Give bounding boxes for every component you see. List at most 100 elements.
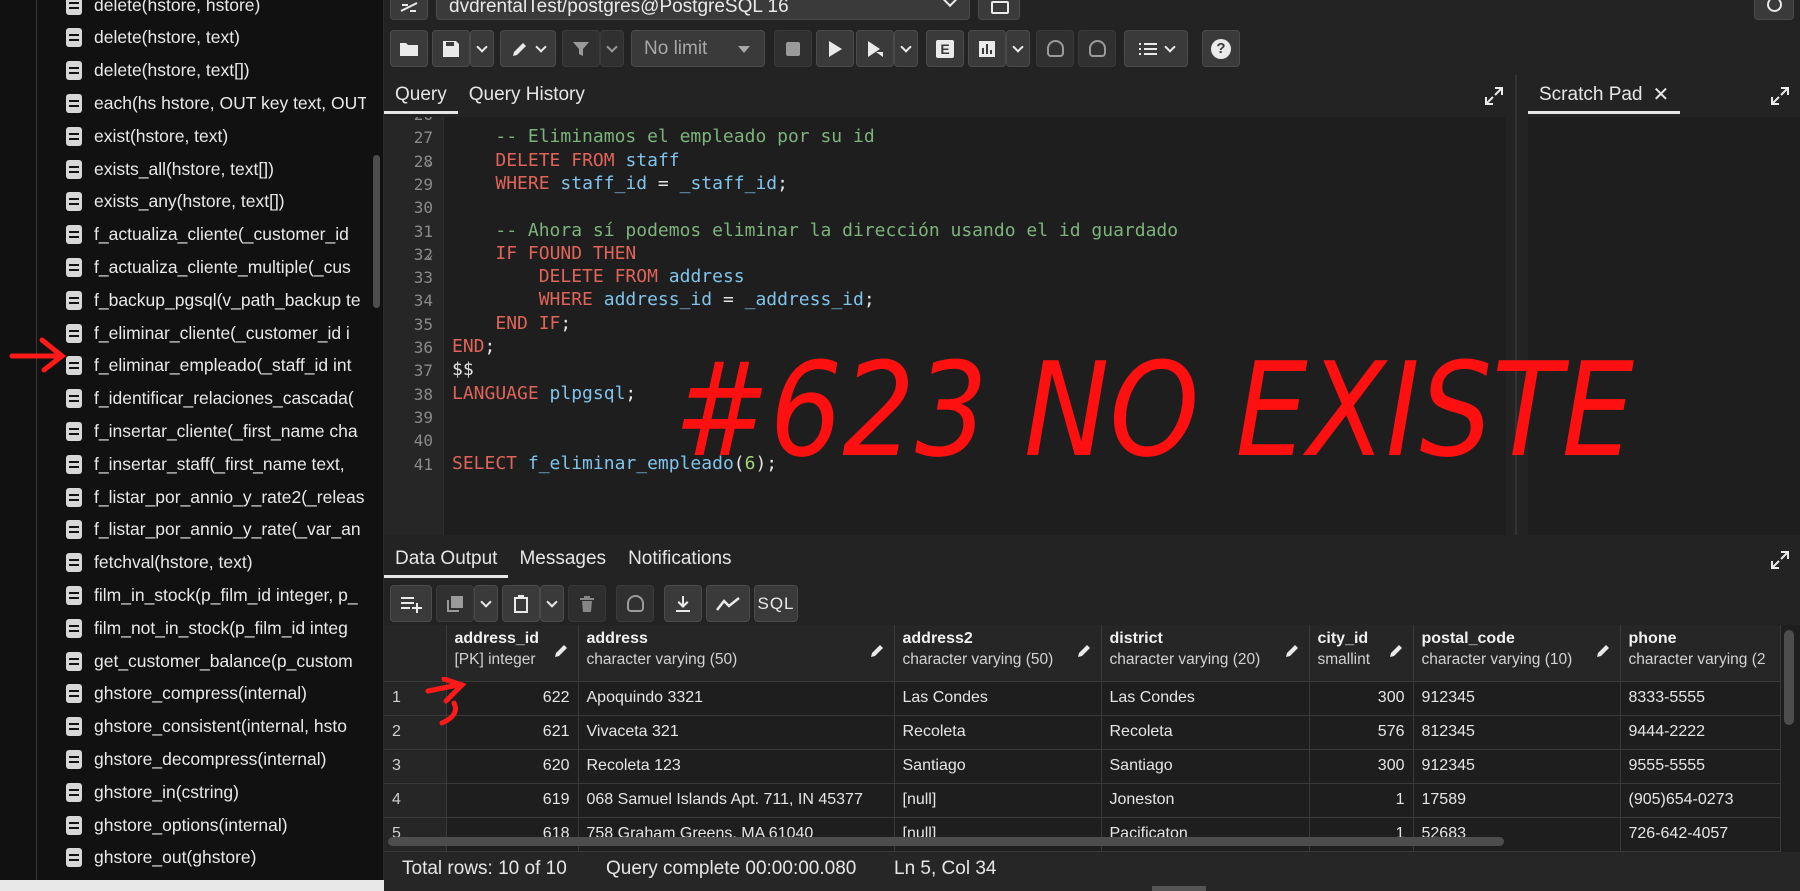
table-cell[interactable]: 812345	[1413, 715, 1621, 750]
explain-analyze-button[interactable]	[968, 30, 1006, 67]
tree-item-function[interactable]: get_customer_balance(p_custom	[66, 646, 366, 676]
column-header[interactable]: address character varying (50)	[578, 625, 895, 682]
table-cell[interactable]: Las Condes	[894, 681, 1102, 716]
execute-options-dropdown[interactable]	[894, 30, 918, 67]
tree-item-function[interactable]: f_insertar_staff(_first_name text,	[66, 449, 366, 479]
table-cell[interactable]: 1	[1309, 783, 1414, 818]
edit-pencil-icon[interactable]	[554, 642, 570, 658]
maximize-icon[interactable]	[1484, 86, 1504, 106]
close-icon[interactable]: ✕	[1653, 78, 1670, 112]
table-cell[interactable]: 912345	[1413, 681, 1621, 716]
table-cell[interactable]: 9555-5555	[1620, 749, 1781, 784]
tab-messages[interactable]: Messages	[508, 542, 617, 578]
tree-item-function[interactable]: delete(hstore, text[])	[66, 56, 366, 86]
table-cell[interactable]: 621	[446, 715, 579, 750]
tree-item-function[interactable]: f_backup_pgsql(v_path_backup te	[66, 285, 366, 315]
table-cell[interactable]: Apoquindo 3321	[578, 681, 895, 716]
explain-button[interactable]: E	[926, 30, 964, 67]
connection-select[interactable]: dvdrentalTest/postgres@PostgreSQL 16	[436, 0, 970, 20]
scratch-pad-editor[interactable]	[1528, 117, 1800, 535]
explain-options-dropdown[interactable]	[1006, 30, 1030, 67]
table-cell[interactable]: (905)654-0273	[1620, 783, 1781, 818]
sql-editor[interactable]: 262728⌄29303132⌄333435363738394041 -- El…	[384, 117, 1506, 535]
tree-scrollbar[interactable]	[369, 0, 383, 880]
table-cell[interactable]: 300	[1309, 681, 1414, 716]
edit-pencil-icon[interactable]	[1596, 642, 1612, 658]
execute-script-button[interactable]	[856, 30, 894, 67]
tree-scrollbar-thumb[interactable]	[373, 155, 380, 308]
table-cell[interactable]: 9444-2222	[1620, 715, 1781, 750]
table-row[interactable]: 2 621 Vivaceta 321 Recoleta Recoleta 576 81234…	[384, 715, 1781, 750]
save-options-dropdown[interactable]	[470, 30, 494, 67]
table-cell[interactable]: Las Condes	[1101, 681, 1310, 716]
table-cell[interactable]: Santiago	[1101, 749, 1310, 784]
edit-button[interactable]	[500, 30, 556, 67]
download-button[interactable]	[664, 585, 702, 622]
tree-item-function[interactable]: f_insertar_cliente(_first_name cha	[66, 416, 366, 446]
table-cell[interactable]: 300	[1309, 749, 1414, 784]
table-cell[interactable]: Vivaceta 321	[578, 715, 895, 750]
fold-chevron-icon[interactable]: ⌄	[426, 247, 433, 261]
table-cell[interactable]: [null]	[894, 783, 1102, 818]
table-row[interactable]: 4 619 068 Samuel Islands Apt. 711, IN 4537…	[384, 783, 1781, 818]
tab-data-output[interactable]: Data Output	[384, 542, 509, 578]
edit-pencil-icon[interactable]	[1389, 642, 1405, 658]
tree-item-function[interactable]: f_listar_por_annio_y_rate2(_releas	[66, 482, 366, 512]
tree-item-function[interactable]: exist(hstore, text)	[66, 121, 366, 151]
sql-button[interactable]: SQL	[754, 585, 798, 622]
paste-button[interactable]	[502, 585, 540, 622]
tree-item-function[interactable]: each(hs hstore, OUT key text, OUT	[66, 88, 366, 118]
tree-item-function[interactable]: f_listar_por_annio_y_rate(_var_an	[66, 515, 366, 545]
column-header[interactable]: address_id [PK] integer	[446, 625, 579, 682]
delete-row-button[interactable]	[568, 585, 606, 622]
table-cell[interactable]: 17589	[1413, 783, 1621, 818]
table-cell[interactable]: 912345	[1413, 749, 1621, 784]
save-data-button[interactable]	[616, 585, 654, 622]
tab-scratch-pad[interactable]: Scratch Pad ✕	[1528, 78, 1681, 114]
copy-button[interactable]	[436, 585, 474, 622]
grid-horizontal-scrollbar[interactable]	[388, 837, 1504, 846]
tree-item-function[interactable]: ghstore_compress(internal)	[66, 679, 366, 709]
filter-options-dropdown[interactable]	[600, 30, 624, 67]
tab-query[interactable]: Query	[384, 78, 458, 114]
table-cell[interactable]: 620	[446, 749, 579, 784]
table-cell[interactable]: Santiago	[894, 749, 1102, 784]
row-number[interactable]: 4	[384, 783, 447, 818]
tree-item-function[interactable]: ghstore_decompress(internal)	[66, 744, 366, 774]
table-cell[interactable]: 619	[446, 783, 579, 818]
new-connection-button[interactable]	[978, 0, 1020, 20]
table-row[interactable]: 3 620 Recoleta 123 Santiago Santiago 300 91234…	[384, 749, 1781, 784]
maximize-icon[interactable]	[1770, 550, 1790, 570]
grid-vertical-scrollbar[interactable]	[1784, 630, 1794, 725]
edit-pencil-icon[interactable]	[870, 642, 886, 658]
table-cell[interactable]: 576	[1309, 715, 1414, 750]
rollback-button[interactable]	[1078, 30, 1116, 67]
connection-manage-button[interactable]	[390, 0, 428, 20]
execute-button[interactable]	[816, 30, 854, 67]
tree-item-function[interactable]: fetchval(hstore, text)	[66, 548, 366, 578]
refresh-button[interactable]	[1754, 0, 1794, 20]
table-cell[interactable]: Joneston	[1101, 783, 1310, 818]
row-limit-select[interactable]: No limit	[631, 30, 765, 67]
column-header[interactable]: district character varying (20)	[1101, 625, 1310, 682]
column-header[interactable]: address2 character varying (50)	[894, 625, 1102, 682]
edit-pencil-icon[interactable]	[1285, 642, 1301, 658]
tree-item-function[interactable]: exists_any(hstore, text[])	[66, 187, 366, 217]
tab-notifications[interactable]: Notifications	[617, 542, 743, 578]
tree-item-function[interactable]: f_eliminar_empleado(_staff_id int	[66, 351, 366, 381]
fold-chevron-icon[interactable]: ⌄	[426, 154, 433, 168]
tree-item-function[interactable]: ghstore_in(cstring)	[66, 777, 366, 807]
tree-item-function[interactable]: film_in_stock(p_film_id integer, p_	[66, 580, 366, 610]
tree-item-function[interactable]: f_actualiza_cliente(_customer_id	[66, 220, 366, 250]
table-cell[interactable]: 726-642-4057	[1620, 817, 1781, 852]
tree-item-function[interactable]: exists_all(hstore, text[])	[66, 154, 366, 184]
table-cell[interactable]: Recoleta	[894, 715, 1102, 750]
maximize-icon[interactable]	[1770, 86, 1790, 106]
stop-button[interactable]	[774, 30, 812, 67]
row-number[interactable]: 2	[384, 715, 447, 750]
table-row[interactable]: 1 622 Apoquindo 3321 Las Condes Las Condes 30…	[384, 681, 1781, 716]
tree-item-function[interactable]: f_actualiza_cliente_multiple(_cus	[66, 252, 366, 282]
data-output-grid[interactable]: address_id [PK] integer address character v…	[384, 625, 1800, 857]
macros-button[interactable]	[1124, 30, 1188, 67]
tree-item-function[interactable]: delete(hstore, text)	[66, 23, 366, 53]
